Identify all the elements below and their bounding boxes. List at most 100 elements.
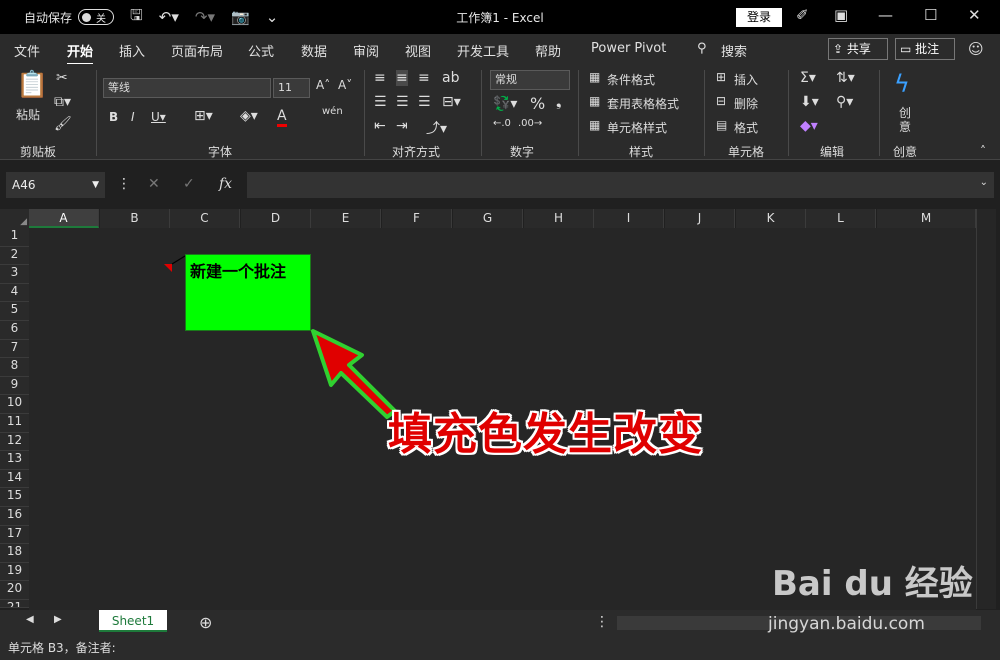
font-color-icon[interactable]: A	[277, 108, 287, 127]
merge-icon[interactable]: ⊟▾	[442, 94, 461, 110]
customize-qat-icon[interactable]: ⌄	[266, 8, 279, 26]
row-header-4[interactable]: 4	[0, 283, 29, 303]
share-button[interactable]: ⇪ 共享	[828, 38, 888, 60]
row-header-17[interactable]: 17	[0, 525, 29, 545]
cell-styles-icon[interactable]: ▦	[589, 118, 600, 132]
border-icon[interactable]: ⊞▾	[194, 108, 213, 124]
search-icon[interactable]: ⚲	[697, 41, 707, 56]
column-header-g[interactable]: G	[453, 209, 523, 228]
format-cells-icon[interactable]: ▤	[716, 118, 727, 132]
decrease-font-icon[interactable]: A˅	[338, 78, 352, 92]
column-header-h[interactable]: H	[524, 209, 594, 228]
tab-file[interactable]: 文件	[14, 41, 40, 60]
format-cells-button[interactable]: 格式	[734, 119, 758, 136]
row-header-10[interactable]: 10	[0, 395, 29, 414]
row-header-21[interactable]: 21	[0, 600, 29, 608]
tab-insert[interactable]: 插入	[119, 41, 145, 60]
underline-icon[interactable]: U▾	[151, 110, 166, 124]
save-icon[interactable]: 🖫	[130, 5, 143, 30]
row-header-2[interactable]: 2	[0, 246, 29, 266]
name-box[interactable]: A46 ▼	[6, 172, 105, 198]
align-center-icon[interactable]: ☰	[396, 94, 409, 110]
tab-home[interactable]: 开始	[67, 41, 94, 66]
tab-search[interactable]: 搜索	[721, 41, 747, 60]
delete-cells-icon[interactable]: ⊟	[716, 94, 726, 108]
creative-button[interactable]: 创意	[899, 106, 913, 134]
format-painter-icon[interactable]: 🖌	[54, 116, 72, 132]
column-header-i[interactable]: I	[594, 209, 664, 228]
number-format-select[interactable]: 常规	[490, 70, 570, 90]
fill-icon[interactable]: ⬇▾	[800, 94, 819, 110]
tab-developer[interactable]: 开发工具	[457, 41, 509, 60]
increase-decimal-icon[interactable]: ←.0	[493, 118, 511, 129]
camera-icon[interactable]: 📷	[231, 8, 250, 26]
cut-icon[interactable]: ✂	[56, 70, 68, 86]
align-middle-icon[interactable]: ≡	[396, 70, 408, 86]
insert-cells-icon[interactable]: ⊞	[716, 70, 726, 84]
row-header-16[interactable]: 16	[0, 507, 29, 526]
tab-power-pivot[interactable]: Power Pivot	[591, 41, 666, 56]
clear-icon[interactable]: ◆▾	[800, 118, 818, 134]
table-format-icon[interactable]: ▦	[589, 94, 600, 108]
delete-cells-button[interactable]: 删除	[734, 95, 758, 112]
currency-icon[interactable]: 💱▾	[493, 96, 517, 112]
tab-page-layout[interactable]: 页面布局	[171, 41, 223, 60]
tab-formulas[interactable]: 公式	[248, 41, 274, 60]
autosum-icon[interactable]: Σ▾	[800, 70, 816, 86]
enter-icon[interactable]: ✓	[183, 176, 195, 192]
row-header-8[interactable]: 8	[0, 358, 29, 377]
column-header-e[interactable]: E	[311, 209, 381, 228]
row-header-19[interactable]: 19	[0, 562, 29, 582]
tab-view[interactable]: 视图	[405, 41, 431, 60]
row-header-11[interactable]: 11	[0, 414, 29, 433]
column-header-c[interactable]: C	[170, 209, 240, 228]
row-header-6[interactable]: 6	[0, 321, 29, 340]
cancel-icon[interactable]: ✕	[148, 176, 160, 192]
comma-icon[interactable]: ❟	[556, 94, 562, 110]
row-header-18[interactable]: 18	[0, 544, 29, 563]
undo-icon[interactable]: ↶▾	[159, 8, 179, 26]
sheet-tab-sheet1[interactable]: Sheet1	[99, 610, 167, 632]
find-select-icon[interactable]: ⚲▾	[836, 94, 853, 110]
add-sheet-icon[interactable]: ⊕	[199, 613, 212, 632]
align-right-icon[interactable]: ☰	[418, 94, 431, 110]
row-header-15[interactable]: 15	[0, 488, 29, 507]
column-header-j[interactable]: J	[665, 209, 735, 228]
column-header-k[interactable]: K	[736, 209, 806, 228]
decrease-decimal-icon[interactable]: .00→	[518, 118, 542, 129]
smiley-icon[interactable]: ☺	[968, 40, 984, 58]
row-header-5[interactable]: 5	[0, 302, 29, 321]
italic-icon[interactable]: I	[131, 110, 135, 124]
conditional-format-icon[interactable]: ▦	[589, 70, 600, 84]
login-button[interactable]: 登录	[736, 8, 782, 27]
font-size-select[interactable]: 11	[273, 78, 310, 98]
percent-icon[interactable]: %	[530, 94, 545, 113]
formula-input[interactable]: ⌄	[247, 172, 994, 198]
tab-review[interactable]: 审阅	[353, 41, 379, 60]
row-header-1[interactable]: 1	[0, 228, 29, 247]
conditional-format-button[interactable]: 条件格式	[607, 71, 655, 88]
row-header-14[interactable]: 14	[0, 469, 29, 489]
vertical-scrollbar[interactable]	[976, 209, 996, 609]
column-header-f[interactable]: F	[382, 209, 452, 228]
row-header-3[interactable]: 3	[0, 265, 29, 284]
bold-icon[interactable]: B	[109, 110, 118, 124]
table-format-button[interactable]: 套用表格格式	[607, 95, 679, 112]
column-header-a[interactable]: A	[29, 209, 99, 228]
lightning-icon[interactable]: ϟ	[894, 70, 910, 98]
tab-data[interactable]: 数据	[301, 41, 327, 60]
autosave-toggle[interactable]: 关	[78, 9, 115, 25]
prev-sheet-icon[interactable]: ◀	[26, 614, 34, 625]
paste-label[interactable]: 粘贴	[16, 106, 40, 123]
row-header-13[interactable]: 13	[0, 451, 29, 470]
increase-indent-icon[interactable]: ⇥	[396, 118, 408, 134]
phonetic-icon[interactable]: wén	[322, 106, 343, 117]
font-name-select[interactable]: 等线	[103, 78, 271, 98]
select-all-corner[interactable]: ◢	[0, 209, 29, 228]
text-direction-icon[interactable]: ⤴▾	[426, 118, 447, 138]
close-icon[interactable]: ✕	[968, 6, 981, 24]
fill-color-icon[interactable]: ◈▾	[240, 108, 258, 124]
tab-help[interactable]: 帮助	[535, 41, 561, 60]
row-header-20[interactable]: 20	[0, 581, 29, 600]
insert-function-icon[interactable]: fx	[219, 176, 232, 192]
